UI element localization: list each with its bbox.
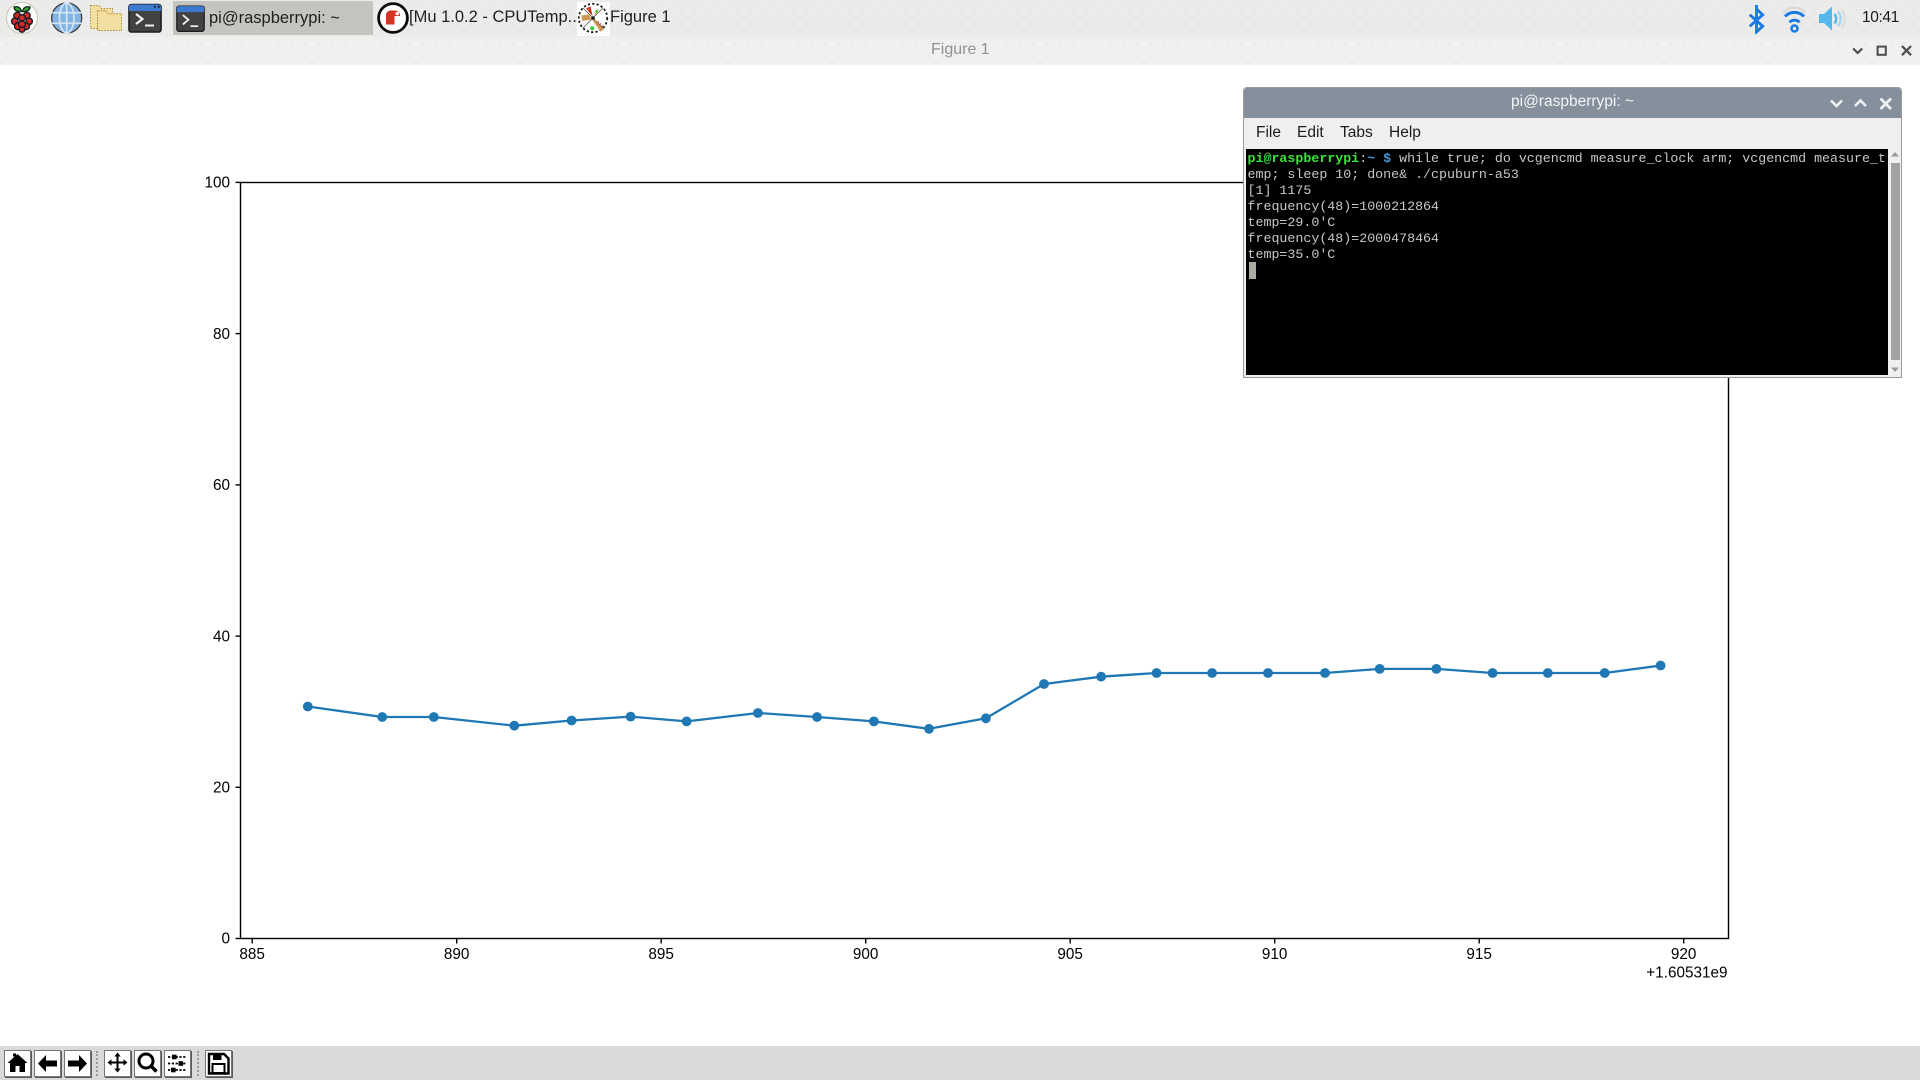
svg-text:895: 895 xyxy=(648,946,674,963)
svg-text:885: 885 xyxy=(239,946,265,963)
svg-text:40: 40 xyxy=(213,628,230,645)
svg-text:20: 20 xyxy=(213,780,230,797)
svg-text:+1.60531e9: +1.60531e9 xyxy=(1646,965,1727,982)
svg-text:100: 100 xyxy=(204,175,230,192)
svg-text:0: 0 xyxy=(221,931,230,948)
svg-text:60: 60 xyxy=(213,477,230,494)
svg-text:910: 910 xyxy=(1262,946,1288,963)
svg-text:890: 890 xyxy=(444,946,470,963)
svg-text:915: 915 xyxy=(1466,946,1492,963)
svg-text:900: 900 xyxy=(853,946,879,963)
svg-text:905: 905 xyxy=(1057,946,1083,963)
svg-text:920: 920 xyxy=(1671,946,1697,963)
svg-text:80: 80 xyxy=(213,326,230,343)
